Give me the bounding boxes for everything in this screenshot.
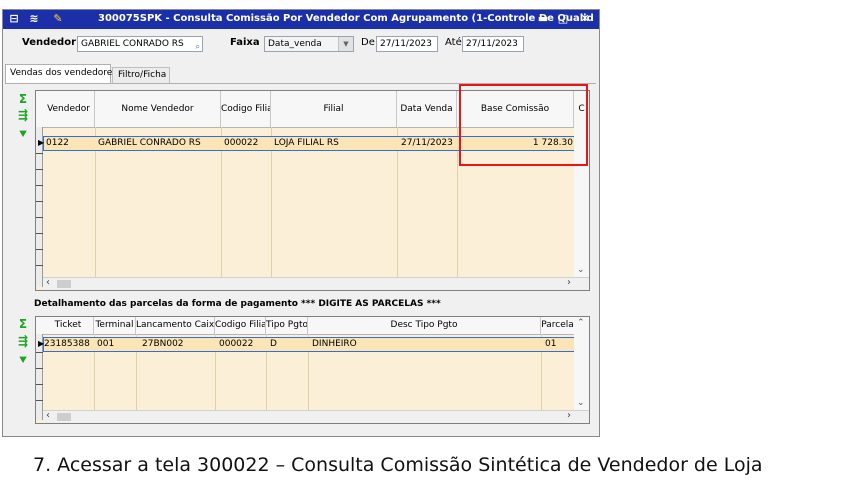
cell-tipo-pgto: D bbox=[270, 339, 277, 349]
close-button[interactable]: ✕ bbox=[577, 12, 593, 26]
cell-vendedor: 0122 bbox=[46, 138, 69, 148]
row-indicator-column bbox=[36, 127, 43, 287]
table-row[interactable]: ▶ 23185388 001 27BN002 000022 D DINHEIRO… bbox=[38, 337, 575, 352]
scroll-down-icon[interactable]: ⌄ bbox=[577, 265, 585, 275]
lookup-icon[interactable]: ⌕ bbox=[196, 40, 200, 51]
faixa-select[interactable]: Data_venda ▼ bbox=[264, 36, 354, 52]
title-bar: ⊟ ≋ ✎ 300075SPK - Consulta Comissão Por … bbox=[3, 10, 599, 29]
tab-filtro-ficha[interactable]: Filtro/Ficha bbox=[112, 67, 170, 83]
system-menu-icon[interactable]: ⊟ bbox=[7, 12, 21, 26]
highlight-box bbox=[459, 84, 588, 166]
col-lancamento-caixa[interactable]: Lancamento Caixa bbox=[136, 317, 215, 334]
window-title: 300075SPK - Consulta Comissão Por Vended… bbox=[98, 13, 594, 24]
cell-ticket: 23185388 bbox=[44, 339, 90, 349]
expand-down-icon[interactable]: ⯆ bbox=[16, 353, 30, 367]
scroll-right-icon[interactable]: › bbox=[567, 277, 571, 288]
col-data-venda[interactable]: Data Venda bbox=[397, 91, 457, 127]
app-window: ⊟ ≋ ✎ 300075SPK - Consulta Comissão Por … bbox=[2, 9, 600, 437]
vendedor-value: GABRIEL CONRADO RS bbox=[81, 39, 184, 49]
tab-label: Vendas dos vendedores bbox=[10, 68, 118, 78]
detail-horizontal-scrollbar[interactable]: ‹ › bbox=[43, 410, 589, 423]
de-date-value: 27/11/2023 bbox=[380, 39, 432, 49]
ate-label: Até bbox=[445, 37, 462, 48]
expand-down-icon[interactable]: ⯆ bbox=[16, 127, 30, 141]
tab-label: Filtro/Ficha bbox=[118, 70, 167, 80]
row-pointer-icon: ▶ bbox=[38, 138, 45, 147]
detail-grid[interactable]: Ticket Terminal Lancamento Caixa Codigo … bbox=[35, 316, 590, 424]
detail-section-title: Detalhamento das parcelas da forma de pa… bbox=[34, 299, 441, 309]
col-tipo-pgto[interactable]: Tipo Pgto bbox=[266, 317, 308, 334]
scroll-thumb[interactable] bbox=[57, 413, 71, 421]
col-vendedor[interactable]: Vendedor bbox=[43, 91, 95, 127]
cell-codigo-filial: 000022 bbox=[219, 339, 254, 349]
scroll-thumb[interactable] bbox=[57, 280, 71, 288]
chevron-down-icon[interactable]: ▼ bbox=[338, 37, 353, 51]
scroll-up-icon[interactable]: ⌃ bbox=[577, 318, 585, 328]
cell-filial: LOJA FILIAL RS bbox=[274, 138, 339, 148]
scroll-left-icon[interactable]: ‹ bbox=[46, 277, 50, 288]
col-parcela[interactable]: Parcela bbox=[541, 317, 574, 334]
cell-desc-tipo-pgto: DINHEIRO bbox=[312, 339, 357, 349]
sales-horizontal-scrollbar[interactable]: ‹ › bbox=[43, 277, 589, 290]
sum-icon[interactable]: Σ bbox=[16, 92, 30, 106]
col-desc-tipo-pgto[interactable]: Desc Tipo Pgto bbox=[308, 317, 541, 334]
cell-parcela: 01 bbox=[545, 339, 557, 349]
scroll-down-icon[interactable]: ⌄ bbox=[577, 398, 585, 408]
de-label: De bbox=[361, 37, 375, 48]
faixa-value: Data_venda bbox=[268, 39, 322, 49]
faixa-label: Faixa bbox=[230, 37, 260, 48]
cell-terminal: 001 bbox=[97, 339, 115, 349]
col-codigo-filial[interactable]: Codigo Filial bbox=[221, 91, 271, 127]
maximize-button[interactable]: □ bbox=[555, 12, 571, 26]
export-icon[interactable]: ⇶ bbox=[16, 108, 30, 122]
layers-icon[interactable]: ≋ bbox=[27, 12, 41, 26]
col-codigo-filial[interactable]: Codigo Filial bbox=[215, 317, 266, 334]
vendedor-label: Vendedor: bbox=[22, 37, 80, 48]
detail-vertical-scrollbar[interactable]: ⌃ ⌄ bbox=[574, 317, 589, 410]
minimize-button[interactable]: ▬ bbox=[535, 12, 551, 26]
cell-data-venda: 27/11/2023 bbox=[401, 138, 453, 148]
scroll-left-icon[interactable]: ‹ bbox=[46, 410, 50, 421]
caption: 7. Acessar a tela 300022 – Consulta Comi… bbox=[33, 454, 763, 476]
cell-nome-vendedor: GABRIEL CONRADO RS bbox=[98, 138, 201, 148]
col-ticket[interactable]: Ticket bbox=[43, 317, 94, 334]
ate-date-value: 27/11/2023 bbox=[466, 39, 518, 49]
sum-icon[interactable]: Σ bbox=[16, 317, 30, 331]
export-icon[interactable]: ⇶ bbox=[16, 334, 30, 348]
detail-grid-header: Ticket Terminal Lancamento Caixa Codigo … bbox=[36, 317, 589, 335]
vendedor-field[interactable]: GABRIEL CONRADO RS ⌕ bbox=[77, 36, 203, 52]
col-filial[interactable]: Filial bbox=[271, 91, 397, 127]
de-date-field[interactable]: 27/11/2023 bbox=[376, 36, 438, 52]
col-nome-vendedor[interactable]: Nome Vendedor bbox=[95, 91, 221, 127]
scroll-right-icon[interactable]: › bbox=[567, 410, 571, 421]
cell-lancamento-caixa: 27BN002 bbox=[142, 339, 184, 349]
col-terminal[interactable]: Terminal bbox=[94, 317, 136, 334]
ate-date-field[interactable]: 27/11/2023 bbox=[462, 36, 524, 52]
tab-vendas-dos-vendedores[interactable]: Vendas dos vendedores bbox=[5, 64, 117, 84]
wrench-icon[interactable]: ✎ bbox=[51, 12, 65, 26]
cell-codigo-filial: 000022 bbox=[224, 138, 259, 148]
